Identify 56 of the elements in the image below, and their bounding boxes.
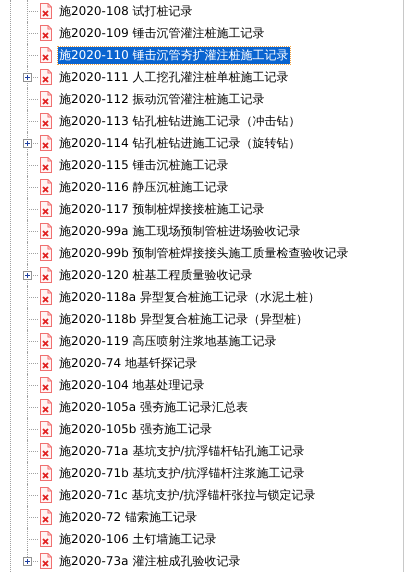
tree-item[interactable]: 施2020-119 高压喷射注浆地基施工记录 [58, 332, 278, 350]
document-error-icon [39, 267, 53, 283]
tree-item[interactable]: 施2020-71b 基坑支护/抗浮锚杆注浆施工记录 [58, 464, 306, 482]
document-error-icon [39, 245, 53, 261]
tree-item[interactable]: 施2020-112 振动沉管灌注桩施工记录 [58, 90, 266, 108]
document-error-icon [39, 333, 53, 349]
tree-item[interactable]: 施2020-114 钻孔桩钻进施工记录（旋转钻） [58, 134, 302, 152]
tree-item[interactable]: 施2020-117 预制桩焊接接桩施工记录 [58, 200, 266, 218]
document-error-icon [39, 399, 53, 415]
tree-item[interactable]: 施2020-99b 预制管桩焊接接头施工质量检查验收记录 [58, 244, 350, 262]
tree-item[interactable]: 施2020-104 地基处理记录 [58, 376, 206, 394]
document-error-icon [39, 509, 53, 525]
document-error-icon [39, 47, 53, 63]
document-error-icon [39, 465, 53, 481]
document-error-icon [39, 487, 53, 503]
tree-item[interactable]: 施2020-71c 基坑支护/抗浮锚杆张拉与锁定记录 [58, 486, 317, 504]
document-error-icon [39, 311, 53, 327]
tree-item[interactable]: 施2020-99a 施工现场预制管桩进场验收记录 [58, 222, 302, 240]
tree-item[interactable]: 施2020-108 试打桩记录 [58, 2, 194, 20]
tree-item[interactable]: 施2020-113 钻孔桩钻进施工记录（冲击钻） [58, 112, 302, 130]
tree-item[interactable]: 施2020-73a 灌注桩成孔验收记录 [58, 552, 242, 570]
tree-item[interactable]: 施2020-71a 基坑支护/抗浮锚杆钻孔施工记录 [58, 442, 306, 460]
document-error-icon [39, 3, 53, 19]
tree-item[interactable]: 施2020-105a 强夯施工记录汇总表 [58, 398, 249, 416]
document-error-icon [39, 157, 53, 173]
expand-button[interactable] [23, 557, 32, 566]
tree-item[interactable]: 施2020-116 静压沉桩施工记录 [58, 178, 230, 196]
document-error-icon [39, 553, 53, 569]
document-error-icon [39, 135, 53, 151]
document-error-icon [39, 69, 53, 85]
tree-item[interactable]: 施2020-109 锤击沉管灌注桩施工记录 [58, 24, 266, 42]
tree-item[interactable]: 施2020-118a 异型复合桩施工记录（水泥土桩） [58, 288, 321, 306]
expand-button[interactable] [23, 271, 32, 280]
document-error-icon [39, 421, 53, 437]
tree-item[interactable]: 施2020-106 土钉墙施工记录 [58, 530, 218, 548]
document-error-icon [39, 531, 53, 547]
tree-item[interactable]: 施2020-72 锚索施工记录 [58, 508, 198, 526]
document-error-icon [39, 25, 53, 41]
tree-item[interactable]: 施2020-118b 异型复合桩施工记录（异型桩） [58, 310, 310, 328]
tree-item[interactable]: 施2020-105b 强夯施工记录 [58, 420, 214, 438]
document-error-icon [39, 443, 53, 459]
expand-button[interactable] [23, 139, 32, 148]
tree-item[interactable]: 施2020-111 人工挖孔灌注桩单桩施工记录 [58, 68, 290, 86]
tree-item[interactable]: 施2020-110 锤击沉管夯扩灌注桩施工记录 [58, 46, 290, 64]
tree-item[interactable]: 施2020-120 桩基工程质量验收记录 [58, 266, 254, 284]
document-error-icon [39, 91, 53, 107]
document-error-icon [39, 289, 53, 305]
document-error-icon [39, 113, 53, 129]
tree-item[interactable]: 施2020-115 锤击沉桩施工记录 [58, 156, 230, 174]
document-error-icon [39, 377, 53, 393]
document-error-icon [39, 179, 53, 195]
document-error-icon [39, 201, 53, 217]
document-error-icon [39, 223, 53, 239]
tree-item[interactable]: 施2020-74 地基钎探记录 [58, 354, 198, 372]
document-error-icon [39, 355, 53, 371]
expand-button[interactable] [23, 73, 32, 82]
